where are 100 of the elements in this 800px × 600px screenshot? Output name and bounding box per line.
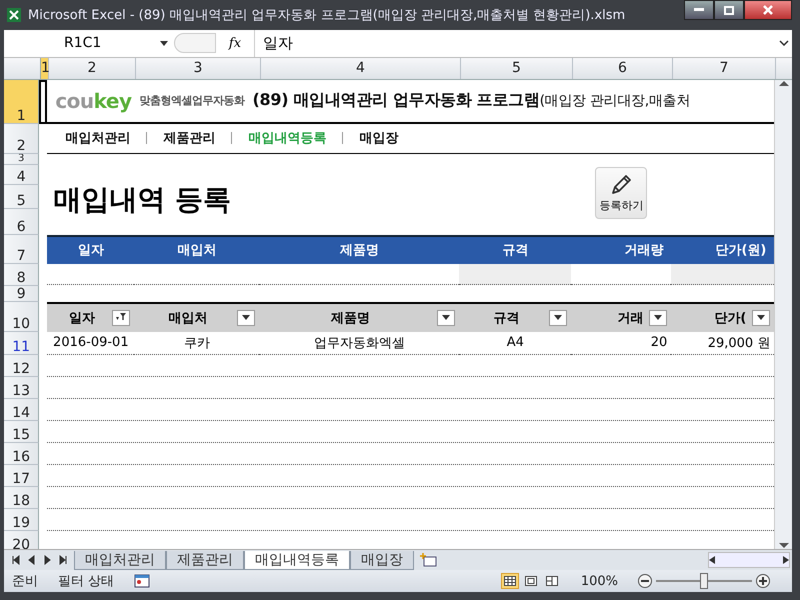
zoom-in-button[interactable] bbox=[756, 574, 770, 588]
program-title: (89) 매입내역관리 업무자동화 프로그램(매입장 관리대장,매출처 bbox=[252, 90, 690, 112]
sheet-nav-icon[interactable] bbox=[42, 555, 52, 566]
dropdown-icon bbox=[757, 315, 766, 320]
dropdown-icon bbox=[160, 40, 168, 46]
filter-button[interactable] bbox=[649, 310, 668, 326]
row-header[interactable]: 11 bbox=[4, 332, 40, 355]
plus-icon bbox=[759, 577, 767, 586]
close-icon bbox=[763, 5, 773, 15]
filter-button[interactable] bbox=[549, 310, 568, 326]
maximize-button[interactable] bbox=[714, 0, 744, 20]
dropdown-icon bbox=[442, 315, 450, 320]
table-cell-text: 쿠카 bbox=[184, 334, 210, 352]
column-title: 제품명 bbox=[330, 310, 370, 327]
nav-link[interactable]: 매입장 bbox=[359, 129, 398, 148]
row-header[interactable]: 13 bbox=[4, 376, 40, 399]
new-sheet-icon[interactable] bbox=[420, 553, 438, 568]
input-field[interactable] bbox=[459, 264, 572, 285]
nav-link[interactable]: 제품관리 bbox=[163, 129, 216, 148]
column-header[interactable]: 2 bbox=[49, 58, 136, 79]
table-cell: 2016-09-01 bbox=[53, 335, 129, 350]
logo-tagline: 맞춤형엑셀업무자동화 bbox=[140, 93, 245, 108]
sheet-tab[interactable]: 매입내역등록 bbox=[244, 550, 350, 570]
insert-function-button[interactable]: fx bbox=[216, 36, 254, 51]
column-header[interactable]: 6 bbox=[573, 58, 673, 79]
column-header[interactable]: 3 bbox=[136, 58, 261, 79]
table-header: 일자 bbox=[47, 234, 134, 264]
nav-link[interactable]: 매입처관리 bbox=[65, 129, 130, 148]
sheet-nav-icon[interactable] bbox=[10, 555, 20, 566]
row-header[interactable]: 18 bbox=[4, 486, 40, 509]
input-field[interactable] bbox=[671, 264, 774, 285]
macro-record-icon[interactable] bbox=[134, 574, 150, 588]
maximize-icon bbox=[724, 6, 734, 14]
row-header[interactable]: 9 bbox=[4, 286, 40, 302]
row-header[interactable]: 17 bbox=[4, 464, 40, 487]
column-header[interactable]: 7 bbox=[673, 58, 776, 79]
row-header[interactable]: 7 bbox=[4, 234, 40, 264]
dropdown-icon bbox=[654, 315, 662, 320]
minus-icon bbox=[641, 580, 649, 582]
row-header[interactable]: 14 bbox=[4, 398, 40, 421]
scroll-right-icon[interactable] bbox=[783, 556, 789, 564]
column-title: 일자 bbox=[68, 310, 95, 327]
zoom-slider-thumb[interactable] bbox=[700, 573, 708, 590]
horizontal-scrollbar[interactable] bbox=[708, 552, 790, 568]
scroll-left-icon[interactable] bbox=[709, 556, 715, 564]
table-cell: A4 bbox=[506, 335, 524, 350]
row-header[interactable]: 2 bbox=[4, 124, 40, 154]
name-box[interactable]: R1C1 bbox=[4, 30, 174, 57]
table-cell-text: 29,000 원 bbox=[708, 334, 770, 352]
logo: coukey bbox=[55, 88, 132, 113]
formula-input[interactable]: 일자 bbox=[254, 30, 776, 57]
table-header: 거래량 bbox=[571, 234, 672, 264]
zoom-level[interactable]: 100% bbox=[580, 574, 618, 589]
column-title: 단가( bbox=[714, 310, 746, 327]
filter-active-icon bbox=[116, 313, 126, 322]
row-header[interactable]: 10 bbox=[4, 302, 40, 332]
table-header: 제품명 bbox=[259, 234, 460, 264]
table-header: 규격 bbox=[459, 234, 572, 264]
row-header[interactable]: 15 bbox=[4, 420, 40, 443]
column-header[interactable]: 5 bbox=[461, 58, 573, 79]
filter-button[interactable] bbox=[752, 310, 770, 326]
filter-button[interactable] bbox=[437, 310, 456, 326]
filter-button[interactable] bbox=[237, 310, 256, 326]
column-header[interactable]: 1 bbox=[41, 58, 49, 79]
view-button[interactable] bbox=[500, 573, 519, 590]
column-title: 규격 bbox=[493, 310, 520, 327]
page-break-icon bbox=[546, 576, 558, 586]
column-title: 거래 bbox=[617, 310, 644, 327]
sheet-nav-icon[interactable] bbox=[26, 555, 36, 566]
minimize-button[interactable] bbox=[684, 0, 714, 20]
table-cell: 20 bbox=[650, 335, 668, 350]
row-header[interactable]: 4 bbox=[4, 164, 40, 185]
row-header[interactable]: 5 bbox=[4, 184, 40, 209]
filter-button[interactable] bbox=[112, 310, 130, 326]
status-text: 준비 bbox=[12, 573, 38, 590]
normal-view-icon bbox=[504, 576, 516, 586]
row-header[interactable]: 16 bbox=[4, 442, 40, 465]
register-button[interactable]: 등록하기 bbox=[595, 166, 648, 219]
formula-bar-handle[interactable] bbox=[174, 33, 216, 54]
status-text: 필터 상태 bbox=[58, 573, 114, 590]
row-header[interactable]: 8 bbox=[4, 264, 40, 286]
sheet-tab[interactable]: 매입장 bbox=[350, 550, 414, 570]
table-cell-text: 업무자동화엑셀 bbox=[314, 334, 405, 352]
row-header[interactable]: 1 bbox=[4, 80, 40, 124]
column-header[interactable]: 4 bbox=[261, 58, 461, 79]
close-button[interactable] bbox=[744, 0, 792, 20]
sheet-tab[interactable]: 매입처관리 bbox=[74, 550, 166, 570]
excel-icon bbox=[6, 6, 22, 23]
zoom-out-button[interactable] bbox=[638, 574, 652, 588]
row-header[interactable]: 19 bbox=[4, 508, 40, 531]
sheet-tab[interactable]: 제품관리 bbox=[166, 550, 244, 570]
row-header[interactable]: 12 bbox=[4, 354, 40, 377]
table-header: 매입처 bbox=[134, 234, 260, 264]
table-header: 단가(원) bbox=[671, 234, 774, 264]
column-title: 매입처 bbox=[168, 310, 208, 327]
vertical-scrollbar[interactable] bbox=[774, 80, 792, 550]
sheet-nav-icon[interactable] bbox=[58, 555, 68, 566]
row-header[interactable]: 6 bbox=[4, 208, 40, 235]
page-heading: 매입내역 등록 bbox=[52, 182, 232, 218]
window-title: Microsoft Excel - (89) 매입내역관리 업무자동화 프로그램(매입장 관리대장,매출처별 현황관리).xlsm bbox=[28, 6, 626, 24]
